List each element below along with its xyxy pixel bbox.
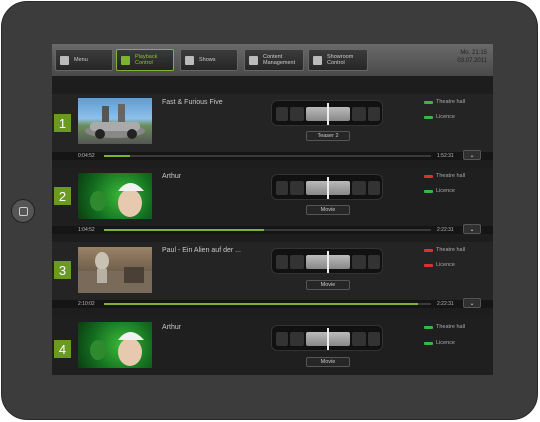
home-icon — [60, 55, 69, 65]
home-button[interactable] — [11, 199, 35, 223]
total-time: 2:22:31 — [437, 227, 454, 233]
progress-track[interactable] — [104, 229, 431, 231]
expand-button[interactable]: ⌄ — [463, 224, 481, 234]
playback-row-4[interactable]: 4 Arthur Movie Theatre hall Licence — [52, 316, 493, 375]
playback-label-line2: Control — [135, 60, 153, 66]
time-text: Mo. 21:15 — [460, 50, 487, 56]
licence-status: Licence — [424, 262, 455, 268]
total-time: 1:52:31 — [437, 153, 454, 159]
total-time: 2:22:31 — [437, 301, 454, 307]
playback-row-3[interactable]: 3 Paul - Ein Alien auf der ... Movie The… — [52, 242, 493, 308]
arthur-image — [90, 332, 144, 366]
content-type-button[interactable]: Movie — [306, 280, 350, 290]
screen-number: 3 — [54, 261, 71, 279]
licence-status: Licence — [424, 188, 455, 194]
theatre-hall-status: Theatre hall — [424, 324, 465, 330]
licence-label: Licence — [436, 340, 455, 346]
expand-button[interactable]: ⌄ — [463, 298, 481, 308]
content-type-button[interactable]: Movie — [306, 205, 350, 215]
status-led — [424, 100, 433, 104]
menu-button[interactable]: Menu — [55, 49, 113, 71]
date-time: Mo. 21:15 03.07.2011 — [457, 50, 487, 65]
theatre-hall-status: Theatre hall — [424, 99, 465, 105]
movie-title: Arthur — [162, 324, 182, 331]
top-navigation: Menu Playback Control Shows Content Manage… — [52, 44, 493, 76]
theatre-hall-status: Theatre hall — [424, 173, 465, 179]
playback-slider[interactable] — [271, 100, 383, 126]
licence-label: Licence — [436, 262, 455, 268]
showroom-label-line2: Control — [327, 60, 345, 66]
film-icon — [185, 55, 194, 65]
screen-number: 2 — [54, 187, 71, 205]
playback-row-1[interactable]: 1 Fast & Furious Five Teaser 2 Theatre h… — [52, 94, 493, 160]
status-led — [424, 248, 433, 252]
elapsed-time: 2:10:02 — [78, 301, 95, 307]
progress-track[interactable] — [104, 303, 431, 305]
status-led — [424, 325, 433, 329]
licence-label: Licence — [436, 114, 455, 120]
movie-title: Fast & Furious Five — [162, 99, 223, 106]
theatre-label: Theatre hall — [436, 173, 466, 179]
movie-thumbnail[interactable] — [78, 247, 152, 293]
status-led — [424, 341, 433, 345]
elapsed-time: 1:04:52 — [78, 227, 95, 233]
playback-slider[interactable] — [271, 174, 383, 200]
date-text: 03.07.2011 — [457, 57, 487, 64]
licence-status: Licence — [424, 114, 455, 120]
progress-track[interactable] — [104, 155, 431, 157]
theatre-label: Theatre hall — [436, 324, 466, 330]
showroom-icon — [313, 55, 322, 65]
progress-fill — [104, 303, 418, 305]
progress-bar-3: 2:10:02 2:22:31 ⌄ — [52, 298, 493, 308]
screen-number: 1 — [54, 114, 71, 132]
showroom-control-tab[interactable]: Showroom Control — [308, 49, 368, 71]
content-type-button[interactable]: Movie — [306, 357, 350, 367]
content-type-button[interactable]: Teaser 2 — [306, 131, 350, 141]
shows-tab[interactable]: Shows — [180, 49, 238, 71]
paul-image — [78, 252, 152, 293]
progress-bar-2: 1:04:52 2:22:31 ⌄ — [52, 224, 493, 234]
licence-label: Licence — [436, 188, 455, 194]
status-led — [424, 189, 433, 193]
playback-slider[interactable] — [271, 248, 383, 274]
car-image — [85, 104, 145, 139]
movie-thumbnail[interactable] — [78, 173, 152, 219]
movie-title: Arthur — [162, 173, 182, 180]
movie-thumbnail[interactable] — [78, 322, 152, 368]
showroom-label: Showroom Control — [327, 54, 353, 66]
theatre-label: Theatre hall — [436, 247, 466, 253]
status-led — [424, 174, 433, 178]
status-led — [424, 263, 433, 267]
movie-thumbnail[interactable] — [78, 98, 152, 144]
square-icon — [18, 206, 28, 216]
playback-slider[interactable] — [271, 325, 383, 351]
content-label: Content Management — [263, 54, 295, 66]
screen-number: 4 — [54, 340, 71, 358]
content-management-tab[interactable]: Content Management — [244, 49, 304, 71]
progress-bar-1: 0:04:52 1:52:31 ⌄ — [52, 150, 493, 160]
theatre-label: Theatre hall — [436, 99, 466, 105]
expand-button[interactable]: ⌄ — [463, 150, 481, 160]
arthur-image — [90, 183, 144, 217]
playback-icon — [121, 55, 130, 65]
playback-row-2[interactable]: 2 Arthur Movie Theatre hall Licence — [52, 168, 493, 234]
content-icon — [249, 55, 258, 65]
playback-control-tab[interactable]: Playback Control — [116, 49, 174, 71]
elapsed-time: 0:04:52 — [78, 153, 95, 159]
movie-title: Paul - Ein Alien auf der ... — [162, 247, 241, 254]
progress-fill — [104, 155, 131, 157]
content-label-line2: Management — [263, 60, 296, 66]
status-led — [424, 115, 433, 119]
progress-fill — [104, 229, 265, 231]
shows-label: Shows — [199, 57, 216, 63]
theatre-hall-status: Theatre hall — [424, 247, 465, 253]
menu-label: Menu — [74, 57, 88, 63]
playback-label: Playback Control — [135, 54, 157, 66]
licence-status: Licence — [424, 340, 455, 346]
app-screen: Menu Playback Control Shows Content Manage… — [52, 44, 493, 375]
